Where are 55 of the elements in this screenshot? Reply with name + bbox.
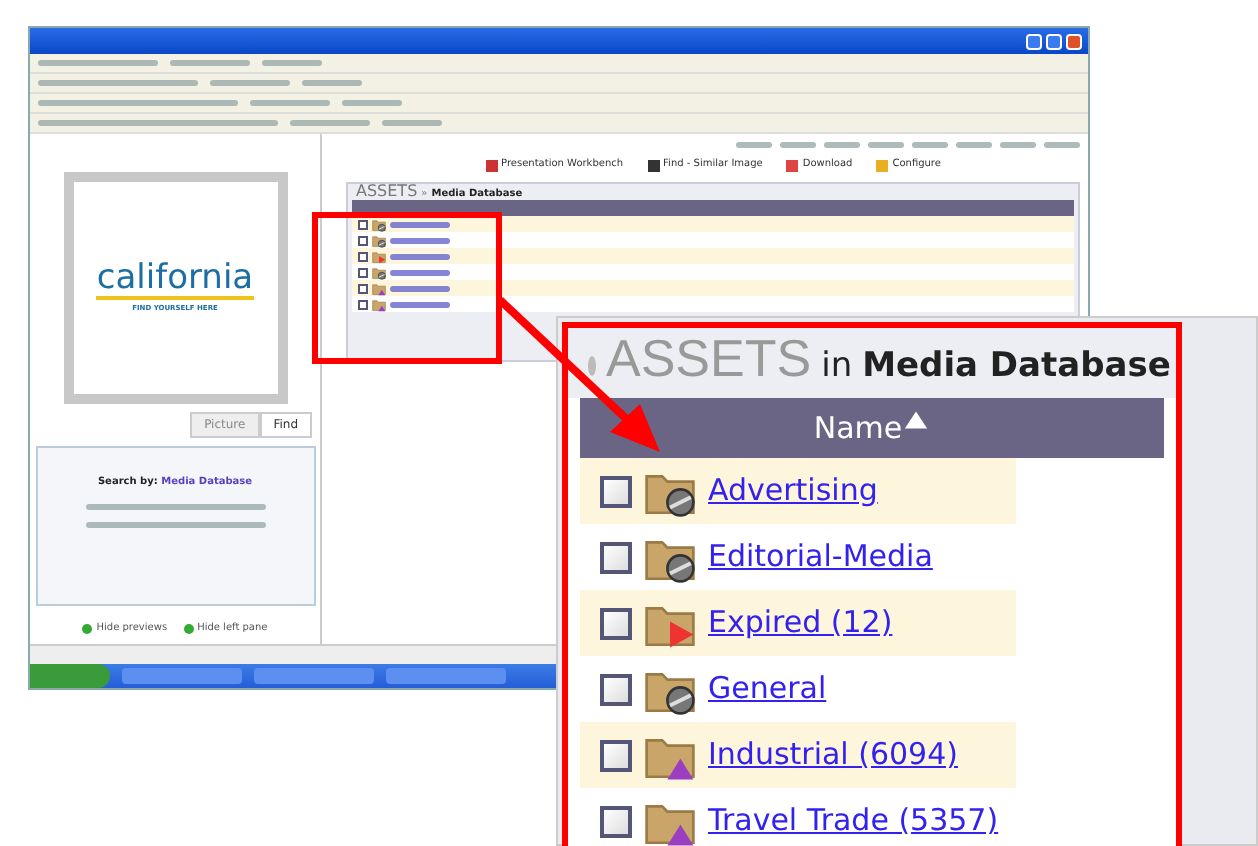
blurred-text: [390, 237, 450, 244]
blurred-text: [956, 142, 992, 148]
blurred-text: [390, 221, 450, 228]
assets-title: ASSETS: [606, 332, 812, 384]
checkbox[interactable]: [358, 251, 368, 262]
checkbox[interactable]: [358, 299, 368, 310]
blurred-text: [868, 142, 904, 148]
folder-link[interactable]: Industrial (6094): [708, 732, 958, 778]
folder-link[interactable]: Travel Trade (5357): [708, 798, 999, 844]
blurred-text: [824, 142, 860, 148]
status-dot-icon: [183, 624, 194, 635]
logo-wordmark: california: [96, 261, 254, 300]
blurred-text: [390, 269, 450, 276]
blurred-text: [1044, 142, 1080, 148]
checkbox[interactable]: [600, 475, 632, 507]
blurred-text: [302, 80, 362, 86]
checkbox[interactable]: [600, 541, 632, 573]
checkbox[interactable]: [358, 219, 368, 230]
toolbar-icon: [876, 159, 889, 172]
blurred-text: [210, 80, 290, 86]
blurred-text: [250, 100, 330, 106]
checkbox[interactable]: [600, 805, 632, 837]
folder-link[interactable]: Expired (12): [708, 600, 893, 646]
blurred-text: [170, 60, 250, 66]
blurred-text: [390, 285, 450, 292]
blurred-text: [290, 120, 370, 126]
blurred-text: [390, 253, 450, 260]
blurred-text: [38, 60, 158, 66]
start-button[interactable]: [30, 664, 110, 688]
checkbox[interactable]: [600, 607, 632, 639]
blurred-text: [912, 142, 948, 148]
folder-link[interactable]: Editorial-Media: [708, 534, 933, 580]
blurred-text: [262, 60, 322, 66]
checkbox[interactable]: [358, 235, 368, 246]
name-column-header[interactable]: Name: [580, 397, 1164, 458]
blurred-text: [736, 142, 772, 148]
status-dot-icon: [82, 624, 93, 635]
refresh-icon: [588, 356, 596, 376]
toolbar-icon: [647, 159, 660, 172]
assets-in-label: in: [821, 344, 853, 390]
folder-link[interactable]: Advertising: [708, 468, 878, 514]
blurred-text: [342, 100, 402, 106]
blurred-text: [390, 301, 450, 308]
checkbox[interactable]: [358, 267, 368, 278]
assets-title: ASSETS: [356, 183, 418, 201]
folder-link[interactable]: General: [708, 666, 827, 712]
toolbar-icon: [786, 159, 799, 172]
blurred-text: [1000, 142, 1036, 148]
blurred-text: [780, 142, 816, 148]
toolbar-icon: [485, 159, 498, 172]
blurred-text: [382, 120, 442, 126]
checkbox[interactable]: [600, 739, 632, 771]
checkbox[interactable]: [600, 673, 632, 705]
checkbox[interactable]: [358, 283, 368, 294]
database-name: Media Database: [862, 344, 1171, 390]
